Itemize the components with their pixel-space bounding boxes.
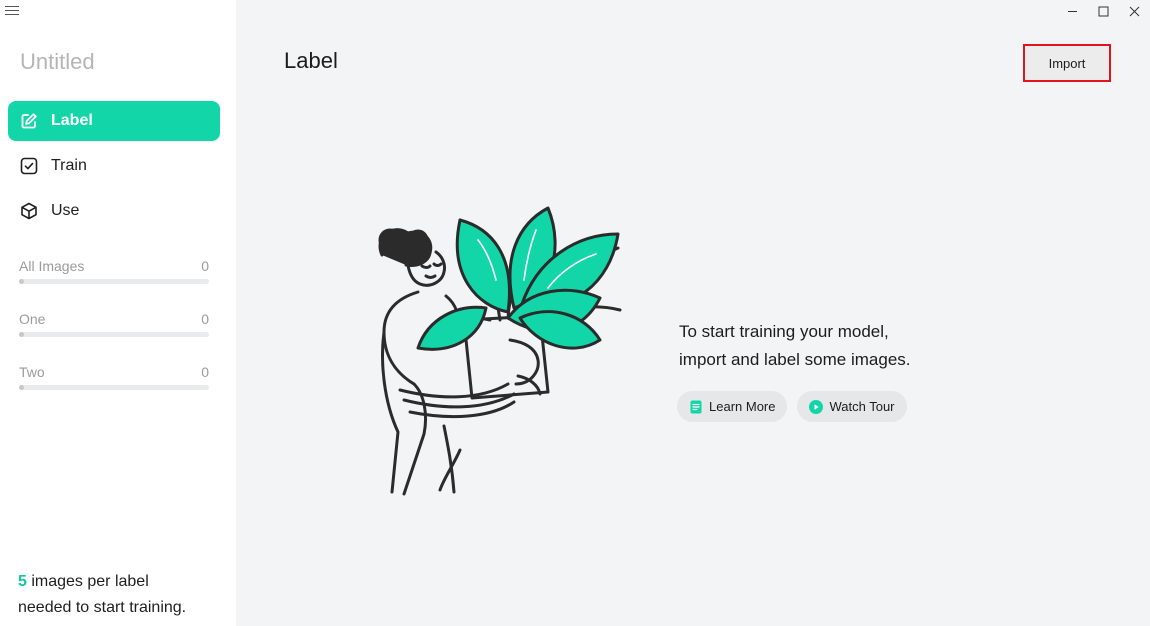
class-count: 0 [201,311,209,327]
class-item-one[interactable]: One 0 [19,311,209,364]
class-name: One [19,311,46,327]
cube-icon [20,202,38,220]
class-item-all-images[interactable]: All Images 0 [19,258,209,311]
nav-item-use[interactable]: Use [8,191,220,231]
checkbox-icon [20,157,38,175]
class-name: Two [19,364,45,380]
window-controls [1057,0,1150,22]
empty-state-actions: Learn More Watch Tour [677,391,917,422]
play-icon [809,399,824,414]
class-count: 0 [201,258,209,274]
nav-item-train[interactable]: Train [8,146,220,186]
footer-line2: needed to start training. [18,599,187,616]
class-progress-bar [19,332,209,337]
class-list: All Images 0 One 0 Two 0 [19,258,209,417]
watch-tour-label: Watch Tour [829,399,895,414]
nav-item-use-text: Use [51,202,80,219]
learn-more-label: Learn More [709,399,776,414]
nav-item-train-text: Train [51,157,87,174]
maximize-button[interactable] [1088,0,1119,22]
watch-tour-button[interactable]: Watch Tour [797,391,907,422]
minimize-icon [1068,10,1077,12]
minimize-button[interactable] [1057,0,1088,22]
document-icon [689,400,703,414]
footer-line1: images per label [26,573,149,590]
close-icon [1129,6,1140,16]
import-button[interactable]: Import [1023,44,1111,82]
empty-state-line1: To start training your model, [679,322,889,341]
learn-more-button[interactable]: Learn More [677,391,788,422]
nav: Label Train Use [8,101,220,236]
close-button[interactable] [1119,0,1150,22]
project-title[interactable]: Untitled [20,49,95,75]
page-title: Label [284,48,338,73]
plant-illustration [378,206,622,496]
empty-state-line2: import and label some images. [679,350,911,369]
class-count: 0 [201,364,209,380]
empty-state-message: To start training your model, import and… [679,318,911,374]
class-progress-bar [19,385,209,390]
maximize-icon [1098,6,1109,16]
images-per-label-count: 5 [18,573,27,590]
sidebar: Untitled Label Train Use All Images 0 On… [0,0,236,626]
hamburger-menu-icon[interactable] [5,4,19,18]
nav-item-label-text: Label [51,112,93,129]
class-progress-bar [19,279,209,284]
footer-note: 5 images per label needed to start train… [18,569,186,621]
nav-item-label[interactable]: Label [8,101,220,141]
edit-icon [20,112,38,130]
class-item-two[interactable]: Two 0 [19,364,209,417]
class-name: All Images [19,258,85,274]
